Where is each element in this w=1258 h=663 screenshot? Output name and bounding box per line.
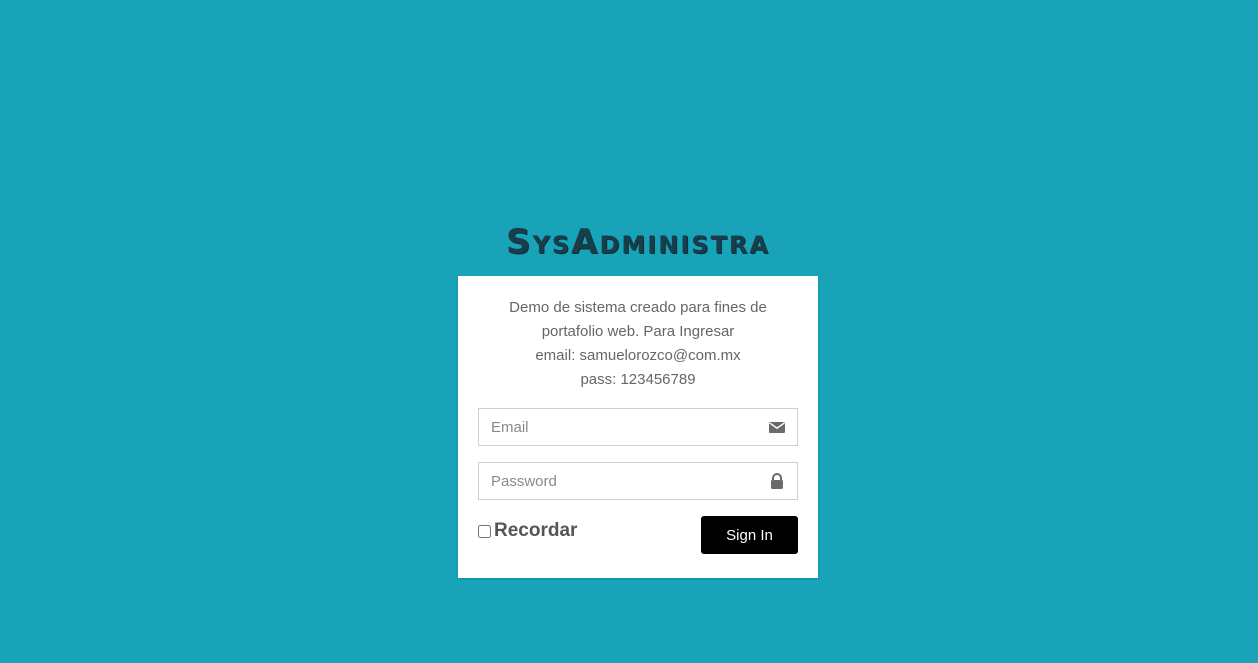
info-line-2: portafolio web. Para Ingresar — [541, 323, 735, 340]
envelope-icon — [769, 422, 785, 433]
remember-me[interactable]: Recordar — [478, 520, 577, 542]
remember-checkbox[interactable] — [478, 524, 491, 538]
email-input[interactable] — [478, 408, 798, 446]
remember-label: Recordar — [494, 520, 578, 541]
info-line-1: Demo de sistema creado para fines de — [509, 299, 767, 316]
password-input[interactable] — [478, 462, 798, 500]
demo-info-text: Demo de sistema creado para fines de por… — [478, 296, 798, 392]
login-card: Demo de sistema creado para fines de por… — [458, 276, 818, 578]
lock-icon — [771, 473, 783, 489]
sign-in-button[interactable]: Sign In — [701, 516, 798, 554]
form-actions: Recordar Sign In — [478, 516, 798, 554]
info-line-4: pass: 123456789 — [580, 371, 696, 388]
password-field-group — [478, 462, 798, 500]
info-line-3: email: samuelorozco@com.mx — [535, 347, 741, 364]
brand-logo-text: SysAdministra — [506, 222, 770, 262]
email-field-group — [478, 408, 798, 446]
login-page: SysAdministra Demo de sistema creado par… — [0, 0, 1258, 663]
